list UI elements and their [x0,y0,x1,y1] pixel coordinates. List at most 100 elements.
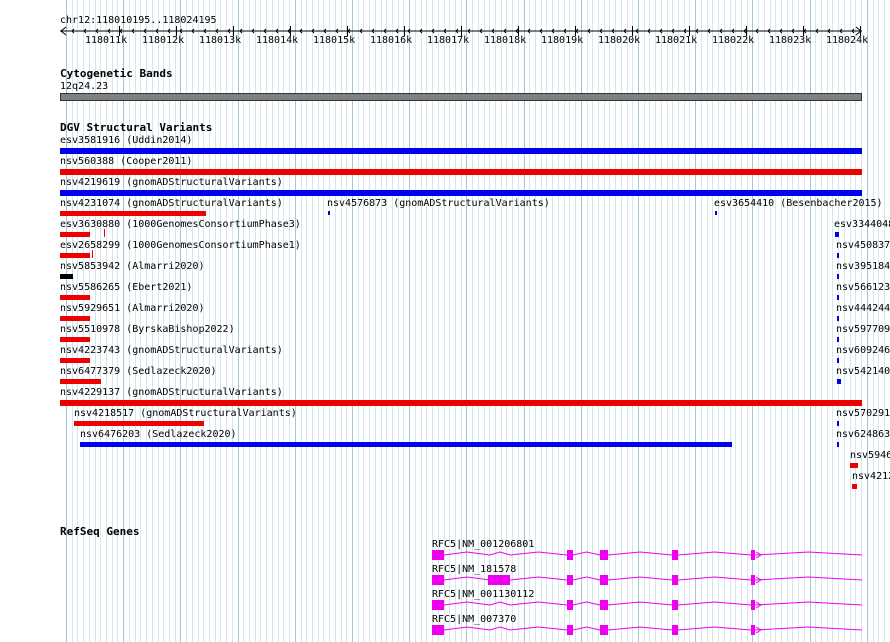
sv-feature-bar[interactable] [837,337,839,342]
sv-feature-bar[interactable] [60,232,90,237]
sv-feature-label[interactable]: esv3581916 (Uddin2014) [60,135,192,146]
sv-feature-bar[interactable] [837,253,839,258]
sv-feature-bar[interactable] [837,442,839,447]
transcript-label[interactable]: RFC5|NM_001130112 [432,589,534,600]
sv-feature-bar[interactable] [850,463,858,468]
sv-feature-bar[interactable] [60,274,73,279]
sv-feature-bar[interactable] [60,400,862,406]
sv-feature-label[interactable]: nsv4229137 (gnomADStructuralVariants) [60,387,283,398]
sv-feature-label[interactable]: nsv4576873 (gnomADStructuralVariants) [327,198,550,209]
exon-block [600,600,608,610]
sv-feature-bar[interactable] [60,316,90,321]
sv-feature-bar[interactable] [60,190,862,196]
sv-feature-bar[interactable] [837,358,839,363]
sv-feature-bar[interactable] [60,253,90,258]
sv-feature-label[interactable]: nsv5853942 (Almarri2020) [60,261,205,272]
intron-line [677,551,752,556]
sv-feature-label[interactable]: nsv542140 [836,366,890,377]
ruler-tick-label: 118012k [142,35,185,46]
transcript-model[interactable] [430,575,890,589]
sv-feature-label[interactable]: nsv6476203 (Sedlazeck2020) [80,429,237,440]
sv-feature-label[interactable]: nsv609246 [836,345,890,356]
sv-feature-label[interactable]: nsv4223743 (gnomADStructuralVariants) [60,345,283,356]
sv-feature-bar[interactable] [837,316,839,321]
sv-feature-label[interactable]: nsv560388 (Cooper2011) [60,156,192,167]
sv-feature-label[interactable]: nsv395184 [836,261,890,272]
sv-feature-label[interactable]: nsv5946 [850,450,890,461]
intron-line [754,626,863,631]
sv-feature-endmark [104,229,105,237]
sv-feature-label[interactable]: nsv570291 [836,408,890,419]
sv-feature-label[interactable]: nsv450837 [836,240,890,251]
sv-feature-bar[interactable] [835,232,839,237]
ruler-tick-label: 118018k [484,35,527,46]
sv-feature-bar[interactable] [715,211,717,215]
sv-feature-bar[interactable] [80,442,732,447]
exon-block [751,600,755,610]
exon-block [432,575,444,585]
cytoband-label: 12q24.23 [60,81,109,92]
sv-feature-bar[interactable] [60,379,101,384]
transcript-model[interactable] [430,550,890,564]
sv-feature-bar[interactable] [837,379,841,384]
intron-line [677,626,752,631]
sv-feature-bar[interactable] [60,337,90,342]
transcript-model[interactable] [430,625,890,639]
intron-line [572,626,601,631]
sv-feature-label[interactable]: esv2658299 (1000GenomesConsortiumPhase1) [60,240,301,251]
cytoband-bar[interactable] [60,93,862,101]
sv-feature-label[interactable]: nsv6477379 (Sedlazeck2020) [60,366,217,377]
exon-block [751,575,755,585]
sv-feature-endmark [92,250,93,258]
exon-block [432,625,444,635]
sv-feature-bar[interactable] [60,148,862,154]
sv-feature-bar[interactable] [60,211,206,216]
sv-feature-bar[interactable] [60,295,90,300]
ruler-tick-label: 118021k [655,35,698,46]
sv-feature-label[interactable]: nsv444244 [836,303,890,314]
sv-feature-bar[interactable] [837,274,839,279]
sv-feature-bar[interactable] [837,421,839,426]
ruler-tick-label: 118020k [598,35,641,46]
sv-feature-bar[interactable] [60,169,862,175]
transcript-label[interactable]: RFC5|NM_181578 [432,564,516,575]
intron-line [489,626,511,631]
sv-feature-label[interactable]: nsv4212 [852,471,890,482]
sv-feature-bar[interactable] [60,358,90,363]
sv-feature-label[interactable]: nsv4218517 (gnomADStructuralVariants) [74,408,297,419]
exon-block [432,550,444,560]
ruler-tick-label: 118023k [769,35,812,46]
intron-line [489,601,511,606]
sv-feature-label[interactable]: nsv597709 [836,324,890,335]
sv-feature-bar[interactable] [837,295,839,300]
exon-block [672,625,678,635]
ruler-tick-label: 118024k [826,35,869,46]
sv-feature-label[interactable]: nsv5929651 (Almarri2020) [60,303,205,314]
sv-feature-label[interactable]: nsv4219619 (gnomADStructuralVariants) [60,177,283,188]
sv-feature-bar[interactable] [852,484,857,489]
sv-feature-label[interactable]: nsv4231074 (gnomADStructuralVariants) [60,198,283,209]
transcript-model[interactable] [430,600,890,614]
sv-feature-bar[interactable] [74,421,204,426]
intron-line [572,576,601,581]
sv-feature-label[interactable]: esv3654410 (Besenbacher2015) [714,198,883,209]
sv-feature-label[interactable]: esv3344048 [834,219,890,230]
intron-line [509,626,568,631]
dgv-track-title: DGV Structural Variants [60,121,213,134]
sv-feature-label[interactable]: nsv5510978 (ByrskaBishop2022) [60,324,235,335]
intron-line [754,601,863,606]
exon-block [567,550,573,560]
sv-feature-label[interactable]: nsv566123 [836,282,890,293]
intron-line [489,551,511,556]
sv-feature-bar[interactable] [328,211,330,215]
sv-feature-label[interactable]: esv3630880 (1000GenomesConsortiumPhase3) [60,219,301,230]
intron-line [607,576,673,581]
transcript-label[interactable]: RFC5|NM_001206801 [432,539,534,550]
ruler-tick-label: 118022k [712,35,755,46]
intron-line [509,551,568,556]
ruler-tick-label: 118016k [370,35,413,46]
sv-feature-label[interactable]: nsv624863 [836,429,890,440]
transcript-label[interactable]: RFC5|NM_007370 [432,614,516,625]
ruler-tick-label: 118011k [85,35,128,46]
sv-feature-label[interactable]: nsv5586265 (Ebert2021) [60,282,192,293]
